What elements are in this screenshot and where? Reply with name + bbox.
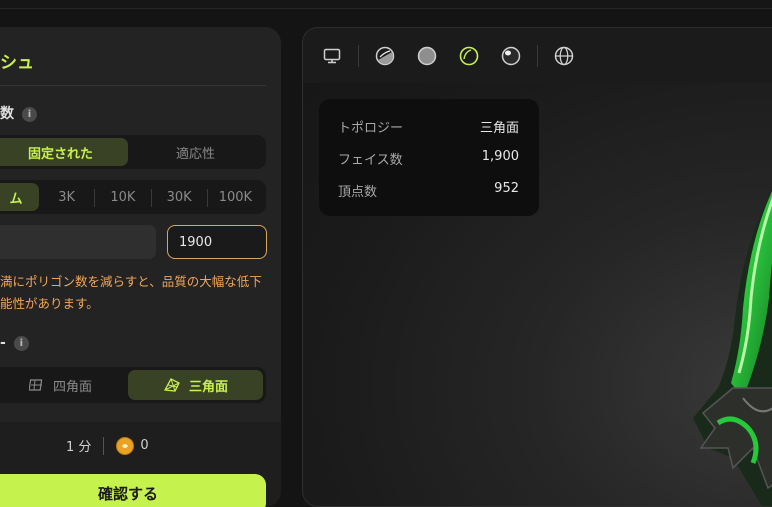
topology-tri-label: 三角面 [188, 379, 228, 395]
stat-vertices: 頂点数 952 [338, 181, 519, 200]
panel-footer: 1 分 0 確認する [0, 422, 281, 507]
mesh-stats-card: トポロジー 三角面 フェイス数 1,900 頂点数 952 [319, 99, 539, 216]
preset-100k-button[interactable]: 100K [208, 183, 263, 211]
preset-selector: ム 3K 10K 30K 100K [0, 180, 266, 214]
stat-faces: フェイス数 1,900 [338, 149, 519, 168]
quad-mesh-icon [28, 377, 45, 393]
panel-title: シュ [0, 53, 34, 73]
solid-sphere-icon[interactable] [415, 44, 439, 68]
stat-label: 頂点数 [338, 185, 378, 200]
topology-label: - [0, 335, 6, 351]
stat-label: トポロジー [338, 121, 404, 136]
viewer-toolbar [303, 28, 772, 83]
stat-label: フェイス数 [338, 153, 403, 168]
topology-toggle: 四角面 三角面 [0, 367, 266, 403]
cost-time: 1 分 [66, 440, 92, 455]
cost-info: 1 分 0 [66, 436, 149, 455]
glossy-sphere-icon[interactable] [499, 44, 523, 68]
divider [0, 85, 266, 86]
topology-quad-button[interactable]: 四角面 [0, 370, 128, 400]
divider [103, 436, 105, 455]
preset-3k-button[interactable]: 3K [39, 183, 94, 211]
top-bar [0, 0, 772, 9]
polycount-label: 数 [0, 106, 14, 122]
half-sphere-icon[interactable] [373, 44, 397, 68]
mode-fixed-button[interactable]: 固定された [0, 138, 128, 166]
mode-adaptive-button[interactable]: 適応性 [128, 138, 263, 166]
polycount-label-row: 数i [0, 103, 37, 123]
topology-tri-button[interactable]: 三角面 [128, 370, 263, 400]
settings-panel: シュ 数i 固定された 適応性 ム 3K 10K 30K 100K 満にポリゴン… [0, 27, 281, 507]
info-icon[interactable]: i [22, 107, 37, 122]
stat-topology: トポロジー 三角面 [338, 117, 519, 136]
triangle-mesh-icon [163, 377, 181, 393]
model-viewer[interactable]: トポロジー 三角面 フェイス数 1,900 頂点数 952 [302, 27, 772, 507]
mode-toggle: 固定された 適応性 [0, 135, 266, 169]
globe-icon[interactable] [552, 44, 576, 68]
info-icon[interactable]: i [13, 336, 29, 351]
stat-value: 952 [494, 181, 519, 196]
confirm-button[interactable]: 確認する [0, 474, 266, 507]
monitor-icon[interactable] [320, 44, 344, 68]
preset-30k-button[interactable]: 30K [152, 183, 207, 211]
warning-line-1: 満にポリゴン数を減らすと、品質の大幅な低下 [0, 274, 262, 289]
divider [358, 44, 359, 67]
preset-custom-button[interactable]: ム [0, 183, 39, 211]
warning-line-2: 能性があります。 [0, 296, 99, 311]
polycount-input[interactable] [167, 225, 267, 259]
topology-label-row: -i [0, 335, 29, 351]
stat-value: 1,900 [481, 149, 519, 164]
3d-model-preview [673, 148, 772, 506]
polycount-warning: 満にポリゴン数を減らすと、品質の大幅な低下 能性があります。 [0, 271, 270, 315]
credit-coin-icon [116, 436, 135, 455]
stat-value: 三角面 [479, 121, 519, 136]
cost-credits: 0 [140, 438, 149, 453]
preset-10k-button[interactable]: 10K [95, 183, 150, 211]
wireframe-sphere-icon[interactable] [457, 44, 481, 68]
polycount-slider[interactable] [0, 225, 156, 259]
divider [537, 44, 538, 67]
topology-quad-label: 四角面 [52, 379, 92, 395]
